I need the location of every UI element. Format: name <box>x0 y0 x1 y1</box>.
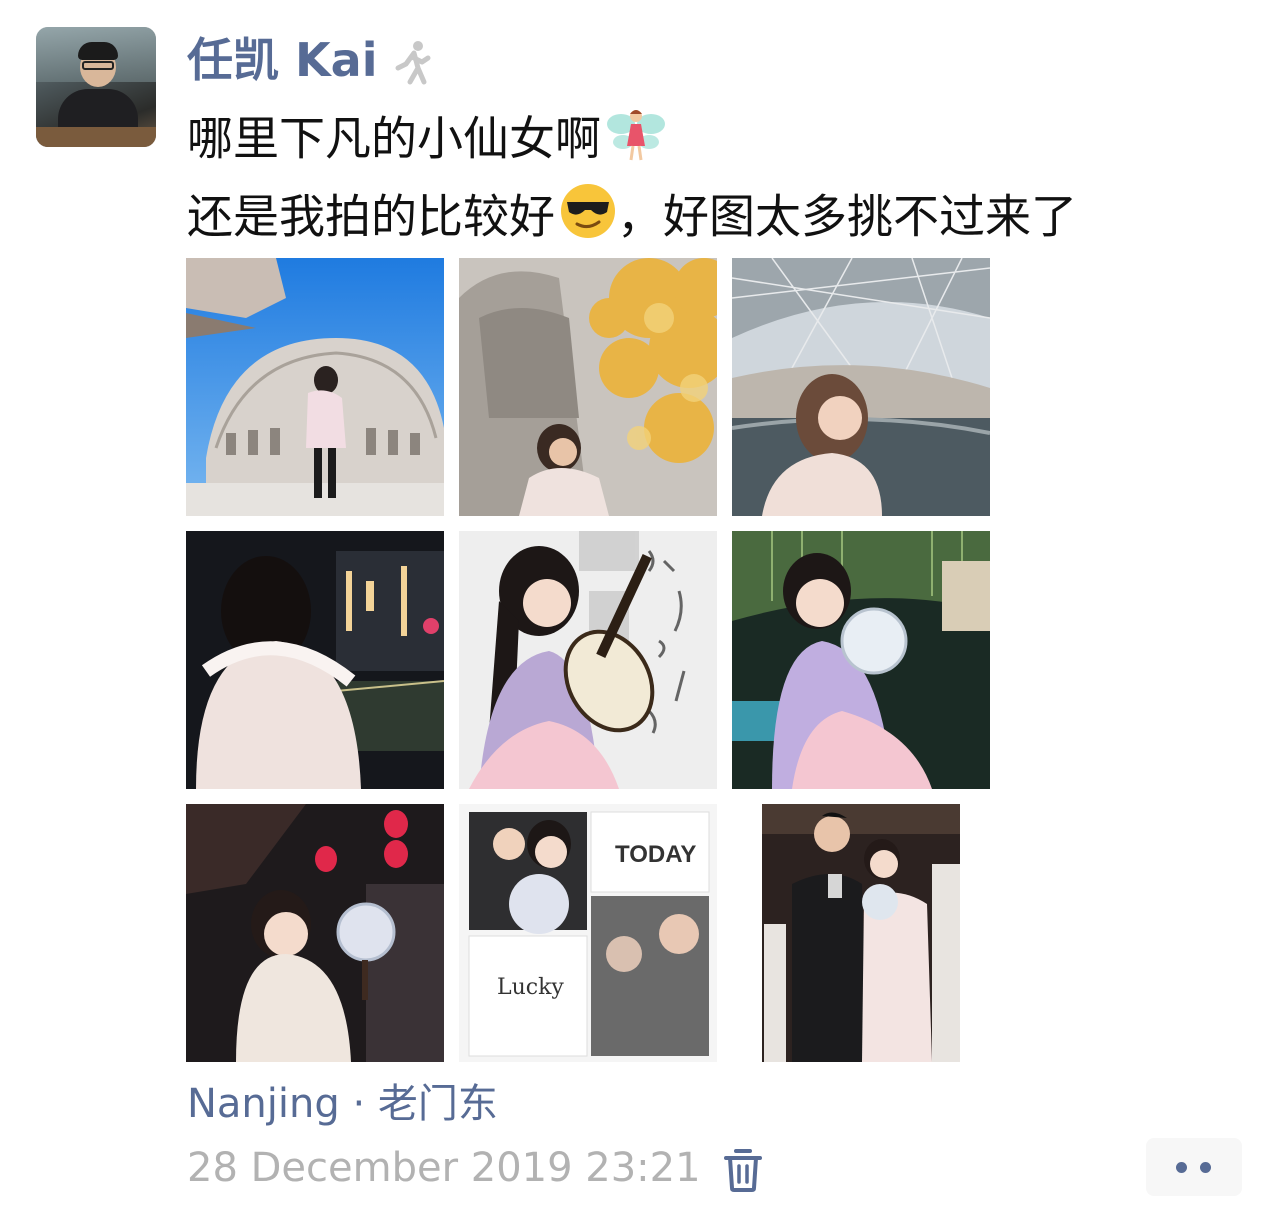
author-avatar[interactable] <box>36 27 156 147</box>
post-text-part: 还是我拍的比较好 <box>187 189 555 244</box>
trash-icon[interactable] <box>722 1146 764 1192</box>
walking-person-icon <box>395 41 431 85</box>
photo-7[interactable] <box>186 804 444 1062</box>
post-text-line-2: 还是我拍的比较好 ，好图太多挑不过来了 <box>187 182 1247 258</box>
collage-lucky-label: Lucky <box>497 975 564 1000</box>
more-dot-icon <box>1200 1162 1211 1173</box>
photo-2[interactable] <box>459 258 717 516</box>
post-text-part: 哪里下凡的小仙女啊 <box>187 111 601 166</box>
more-actions-button[interactable] <box>1146 1138 1242 1196</box>
more-dot-icon <box>1176 1162 1187 1173</box>
collage-today-label: TODAY <box>615 841 696 868</box>
post-timestamp: 28 December 2019 23:21 <box>187 1145 701 1191</box>
photo-6[interactable] <box>732 531 990 789</box>
post-text: 哪里下凡的小仙女啊 还是我拍的比较好 ，好图太多挑不过来了 <box>187 102 1247 258</box>
author-name[interactable]: 任凯 Kai <box>187 30 377 90</box>
photo-8[interactable]: TODAY Lucky <box>459 804 717 1062</box>
post-text-part: ，好图太多挑不过来了 <box>617 189 1077 244</box>
photo-3[interactable] <box>732 258 990 516</box>
sunglasses-emoji <box>559 182 617 258</box>
location-link[interactable]: Nanjing · 老门东 <box>187 1078 498 1130</box>
photo-5[interactable] <box>459 531 717 789</box>
photo-1[interactable] <box>186 258 444 516</box>
fairy-emoji <box>605 102 667 182</box>
photo-4[interactable] <box>186 531 444 789</box>
photo-9[interactable] <box>732 804 990 1062</box>
post-text-line-1: 哪里下凡的小仙女啊 <box>187 102 1247 182</box>
